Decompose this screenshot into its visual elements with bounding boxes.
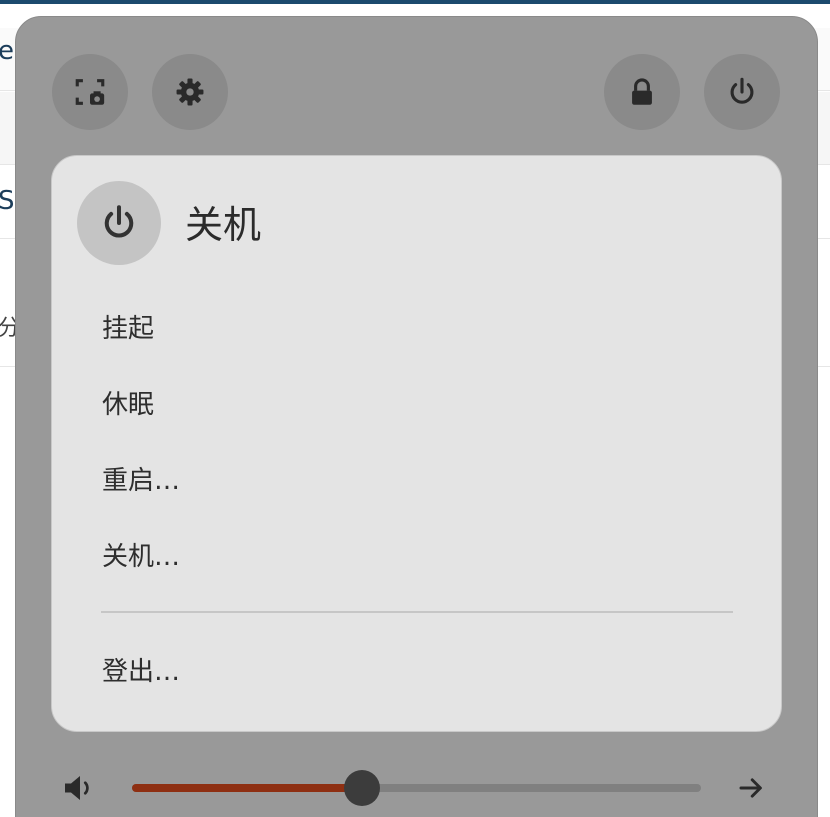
- power-menu-header-icon: [77, 181, 161, 265]
- power-icon: [730, 77, 754, 104]
- menu-item-label: 挂起: [102, 313, 155, 344]
- speaker-icon: [65, 776, 89, 800]
- lock-icon: [632, 78, 652, 105]
- screenshot-icon: [75, 79, 105, 105]
- gear-icon: [176, 78, 204, 106]
- menu-item-label: 登出…: [102, 656, 181, 687]
- quick-settings-panel: 关机 挂起 休眠 重启… 关机… 登出…: [15, 16, 818, 817]
- menu-item-label: 关机…: [102, 541, 181, 572]
- background-text: e: [0, 36, 14, 66]
- screenshot-button[interactable]: [52, 54, 128, 130]
- menu-item-power-off[interactable]: 关机…: [76, 526, 759, 582]
- menu-divider: [101, 611, 733, 613]
- power-menu-title: 关机: [185, 203, 262, 247]
- menu-item-log-out[interactable]: 登出…: [76, 641, 759, 697]
- volume-mute-button[interactable]: [62, 770, 98, 806]
- power-icon: [104, 205, 134, 238]
- menu-item-suspend[interactable]: 挂起: [76, 298, 759, 354]
- menu-item-label: 重启…: [102, 465, 181, 496]
- audio-output-menu-button[interactable]: [733, 770, 769, 806]
- menu-item-label: 休眠: [102, 389, 155, 420]
- background-text: S: [0, 186, 15, 216]
- menu-item-hibernate[interactable]: 休眠: [76, 374, 759, 430]
- menu-item-restart[interactable]: 重启…: [76, 450, 759, 506]
- power-menu: 关机 挂起 休眠 重启… 关机… 登出…: [51, 155, 782, 732]
- volume-slider[interactable]: [132, 770, 701, 806]
- lock-button[interactable]: [604, 54, 680, 130]
- power-button[interactable]: [704, 54, 780, 130]
- volume-slider-fill: [132, 784, 363, 792]
- arrow-right-icon: [739, 778, 762, 798]
- settings-button[interactable]: [152, 54, 228, 130]
